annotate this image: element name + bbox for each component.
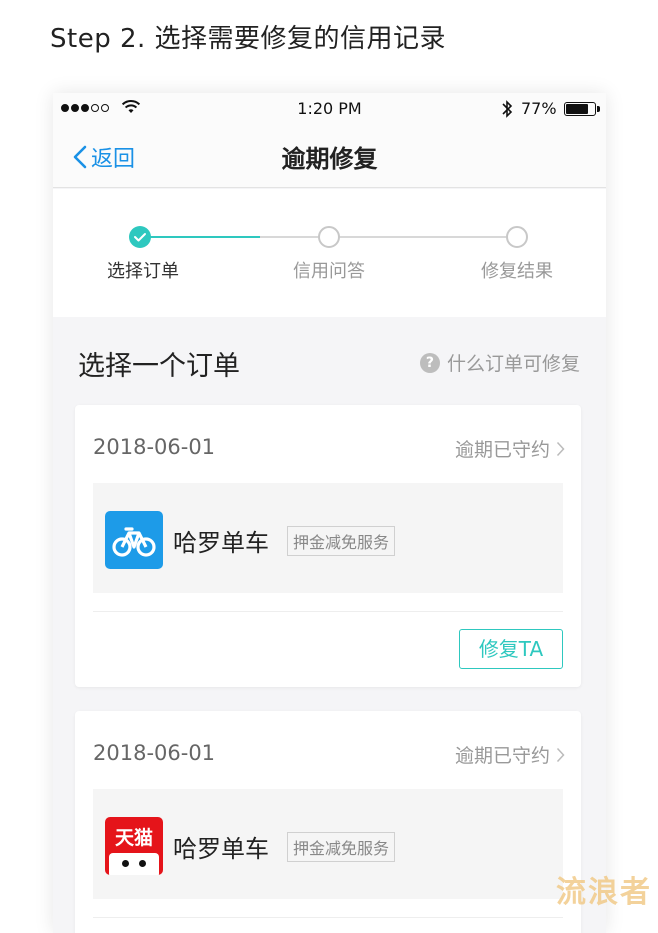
tmall-logo-text: 天猫 [105, 823, 163, 850]
step-1-label: 选择订单 [73, 257, 213, 283]
help-label: 什么订单可修复 [447, 349, 580, 376]
divider [93, 917, 563, 918]
section-title: 选择一个订单 [78, 344, 240, 383]
merchant-info: 哈罗单车 押金减免服务 [93, 483, 563, 593]
tmall-logo: 天猫 [105, 817, 163, 875]
order-status-link[interactable]: 逾期已守约 [455, 741, 565, 768]
bluetooth-icon [501, 99, 513, 119]
step-connector-done [140, 236, 260, 238]
order-card: 2018-06-01 逾期已守约 哈罗单车 押金减免服务 修复TA [75, 405, 581, 687]
service-tag: 押金减免服务 [287, 832, 395, 862]
repair-button[interactable]: 修复TA [459, 629, 563, 669]
hellobike-logo [105, 511, 163, 569]
battery-icon [564, 102, 596, 116]
phone-screen: 1:20 PM 77% 返回 逾期修复 选择订单 信用问答 修复 [53, 93, 606, 933]
order-status: 逾期已守约 [455, 741, 550, 768]
status-bar: 1:20 PM 77% [53, 93, 606, 125]
chevron-right-icon [556, 747, 565, 763]
order-date: 2018-06-01 [93, 435, 215, 459]
service-tag: 押金减免服务 [287, 526, 395, 556]
order-status-link[interactable]: 逾期已守约 [455, 435, 565, 462]
step-2-indicator [318, 226, 340, 248]
order-status: 逾期已守约 [455, 435, 550, 462]
battery-percentage: 77% [521, 99, 557, 118]
watermark: 流浪者 [556, 867, 652, 911]
step-1-indicator [129, 226, 151, 248]
order-card: 2018-06-01 逾期已守约 天猫 哈罗单车 押金减免服务 [75, 711, 581, 933]
check-icon [129, 226, 151, 248]
page-title: 逾期修复 [53, 139, 606, 174]
step-connector-pending [260, 236, 517, 238]
merchant-name: 哈罗单车 [173, 829, 269, 864]
help-link[interactable]: ? 什么订单可修复 [420, 349, 580, 376]
step-heading: Step 2. 选择需要修复的信用记录 [50, 18, 446, 55]
chevron-right-icon [556, 441, 565, 457]
step-3-indicator [506, 226, 528, 248]
divider [93, 611, 563, 612]
merchant-info: 天猫 哈罗单车 押金减免服务 [93, 789, 563, 899]
merchant-name: 哈罗单车 [173, 523, 269, 558]
step-2-label: 信用问答 [259, 257, 399, 283]
step-3-label: 修复结果 [447, 257, 587, 283]
progress-stepper: 选择订单 信用问答 修复结果 [53, 189, 606, 317]
question-icon: ? [420, 353, 440, 373]
order-date: 2018-06-01 [93, 741, 215, 765]
navigation-bar: 返回 逾期修复 [53, 125, 606, 188]
